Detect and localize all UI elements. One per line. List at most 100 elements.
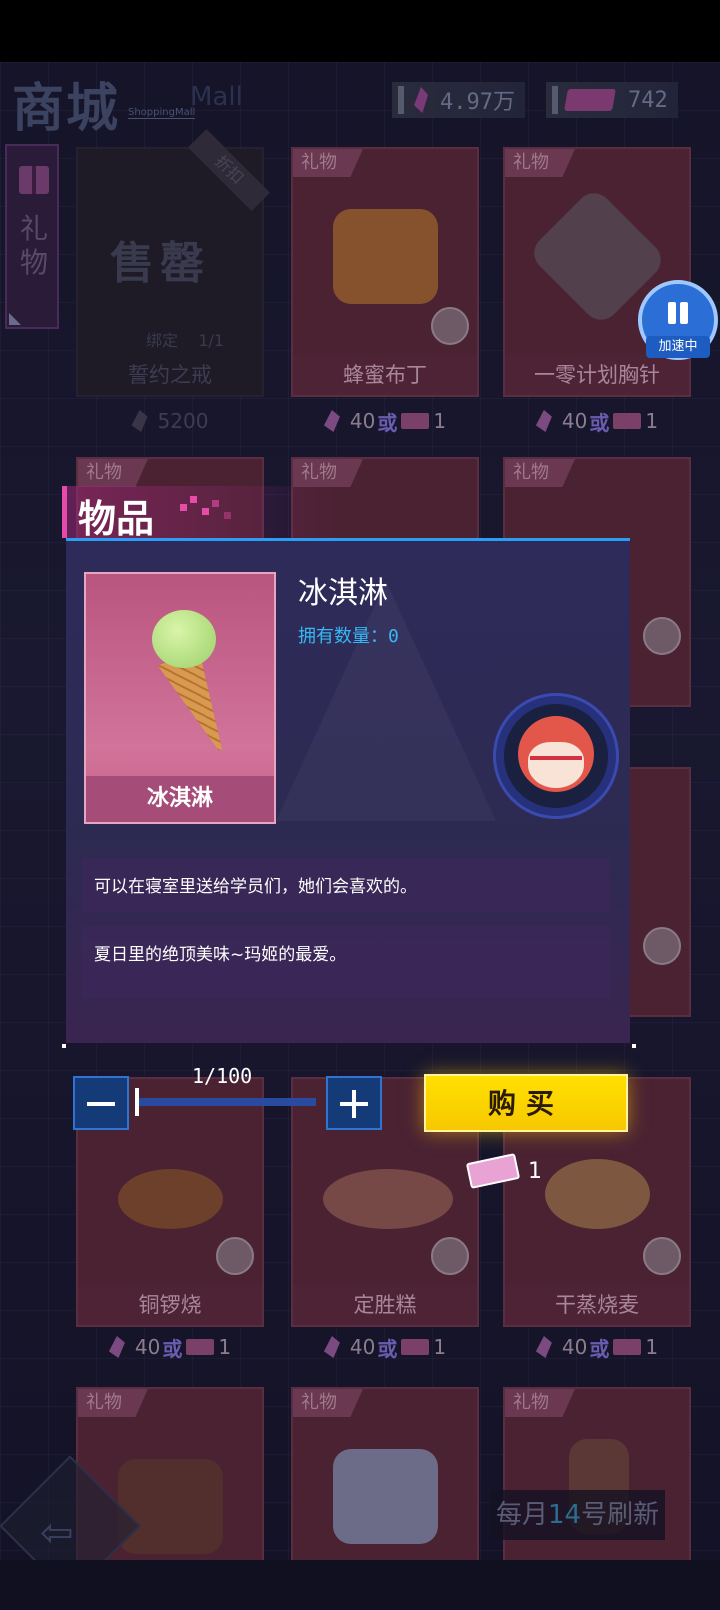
cone-shape xyxy=(158,652,231,761)
glasses-shape xyxy=(530,756,582,768)
or-text: 或 xyxy=(589,410,610,435)
gift-tag: 礼物 xyxy=(505,149,575,177)
crystal-icon xyxy=(131,410,148,432)
sidebar-item-label: 礼物 xyxy=(19,212,48,279)
pudding-image xyxy=(333,209,438,304)
ticket-icon xyxy=(564,89,616,111)
crystal-icon xyxy=(323,410,340,432)
crystal-count: 4.97万 xyxy=(440,90,515,115)
ticket-icon xyxy=(613,1339,642,1355)
decor-pixel xyxy=(224,512,231,519)
or-text: 或 xyxy=(377,1336,398,1361)
crystal-icon xyxy=(323,1336,340,1358)
shop-card[interactable]: 礼物 xyxy=(503,1387,691,1567)
or-text: 或 xyxy=(162,1336,183,1361)
avatar xyxy=(643,927,681,965)
avatar xyxy=(431,307,469,345)
plus-icon-v xyxy=(352,1090,356,1118)
crystal-icon xyxy=(412,87,430,113)
modal-title: 物品 xyxy=(78,497,155,541)
price-value: 40 xyxy=(561,409,588,433)
page-title: 商城 xyxy=(12,79,121,139)
gift-tag: 礼物 xyxy=(293,459,363,487)
sidebar-item-gift[interactable]: 礼物 xyxy=(5,144,59,329)
modal-corner-dot xyxy=(632,1044,636,1048)
ticket-price: 1 xyxy=(645,1335,659,1359)
chocolate-image xyxy=(118,1459,223,1554)
price-row: 40 或 1 xyxy=(291,1328,479,1366)
ticket-icon xyxy=(401,1339,430,1355)
gift-tag: 礼物 xyxy=(78,459,148,487)
speed-label: 加速中 xyxy=(646,336,710,358)
modal-decoration xyxy=(276,581,496,821)
gift-tag: 礼物 xyxy=(505,459,575,487)
corner-mark xyxy=(9,313,21,325)
ticket-icon xyxy=(186,1339,215,1355)
shop-card[interactable]: 礼物 一零计划胸针 xyxy=(503,147,691,397)
price-row: 40 或 1 xyxy=(76,1328,264,1366)
ghost-title: Mall xyxy=(190,82,243,112)
ticket-price: 1 xyxy=(433,1335,447,1359)
character-avatar xyxy=(496,696,616,816)
sold-out-stamp: 售罄 xyxy=(110,238,210,289)
decor-pixel xyxy=(190,496,197,503)
item-title: 冰淇淋 xyxy=(298,576,388,611)
item-name: 定胜糕 xyxy=(293,1285,477,1325)
decor-pixel xyxy=(202,508,209,515)
item-name: 蜂蜜布丁 xyxy=(293,355,477,395)
price-value: 40 xyxy=(349,409,376,433)
refresh-notice: 每月14号刷新 xyxy=(490,1490,666,1540)
decrease-button[interactable] xyxy=(73,1076,129,1130)
or-text: 或 xyxy=(377,410,398,435)
ticket-price: 1 xyxy=(433,409,447,433)
shop-card[interactable]: 礼物 蜂蜜布丁 xyxy=(291,147,479,397)
minus-icon xyxy=(87,1102,115,1106)
back-arrow-icon: ⇦ xyxy=(40,1510,74,1556)
price-value: 40 xyxy=(134,1335,161,1359)
increase-button[interactable] xyxy=(326,1076,382,1130)
item-image-frame: 冰淇淋 xyxy=(84,572,276,824)
purchase-cost: 1 xyxy=(465,1153,542,1189)
slider-handle[interactable] xyxy=(135,1088,139,1116)
modal-title-bar: 物品 xyxy=(62,486,342,541)
ticket-count: 742 xyxy=(628,87,668,113)
ticket-price: 1 xyxy=(645,409,659,433)
divider xyxy=(398,86,404,114)
item-name: 铜锣烧 xyxy=(78,1285,262,1325)
decor-pixel xyxy=(180,504,187,511)
item-flavor-text: 夏日里的绝顶美味~玛姬的最爱。 xyxy=(82,926,610,998)
crystal-icon xyxy=(535,410,552,432)
ticket-icon xyxy=(465,1153,521,1189)
gift-tag: 礼物 xyxy=(293,149,363,177)
crystal-balance: 4.97万 xyxy=(392,82,525,118)
item-description: 可以在寝室里送给学员们，她们会喜欢的。 xyxy=(82,858,610,912)
shop-card[interactable]: 礼物 xyxy=(291,1387,479,1567)
avatar xyxy=(216,1237,254,1275)
avatar xyxy=(643,617,681,655)
sold-out-overlay: 折扣 售罄 绑定 1/1 誓约之戒 xyxy=(76,128,271,397)
price-value: 40 xyxy=(561,1335,588,1359)
quantity-slider[interactable] xyxy=(138,1098,316,1106)
ticket-price: 1 xyxy=(218,1335,232,1359)
crystal-icon xyxy=(108,1336,125,1358)
gift-tag: 礼物 xyxy=(505,1389,575,1417)
cost-value: 1 xyxy=(528,1158,542,1184)
buy-button[interactable]: 购买 xyxy=(424,1074,628,1132)
bottom-bar xyxy=(0,1560,720,1610)
avatar xyxy=(643,1237,681,1275)
price-row: 40 或 1 xyxy=(291,402,479,440)
ticket-icon xyxy=(401,413,430,429)
price-value: 40 xyxy=(349,1335,376,1359)
crystal-icon xyxy=(535,1336,552,1358)
snack-image xyxy=(333,1449,438,1544)
pause-icon xyxy=(664,300,692,328)
speed-badge[interactable]: 加速中 xyxy=(638,280,718,360)
item-name: 干蒸烧麦 xyxy=(505,1285,689,1325)
price-row: 40 或 1 xyxy=(503,1328,691,1366)
item-name: 一零计划胸针 xyxy=(505,355,689,395)
avatar xyxy=(431,1237,469,1275)
bound-label: 绑定 1/1 xyxy=(146,331,225,350)
price-value: 5200 xyxy=(157,409,209,433)
decor-pixel xyxy=(212,500,219,507)
gift-tag: 礼物 xyxy=(293,1389,363,1417)
